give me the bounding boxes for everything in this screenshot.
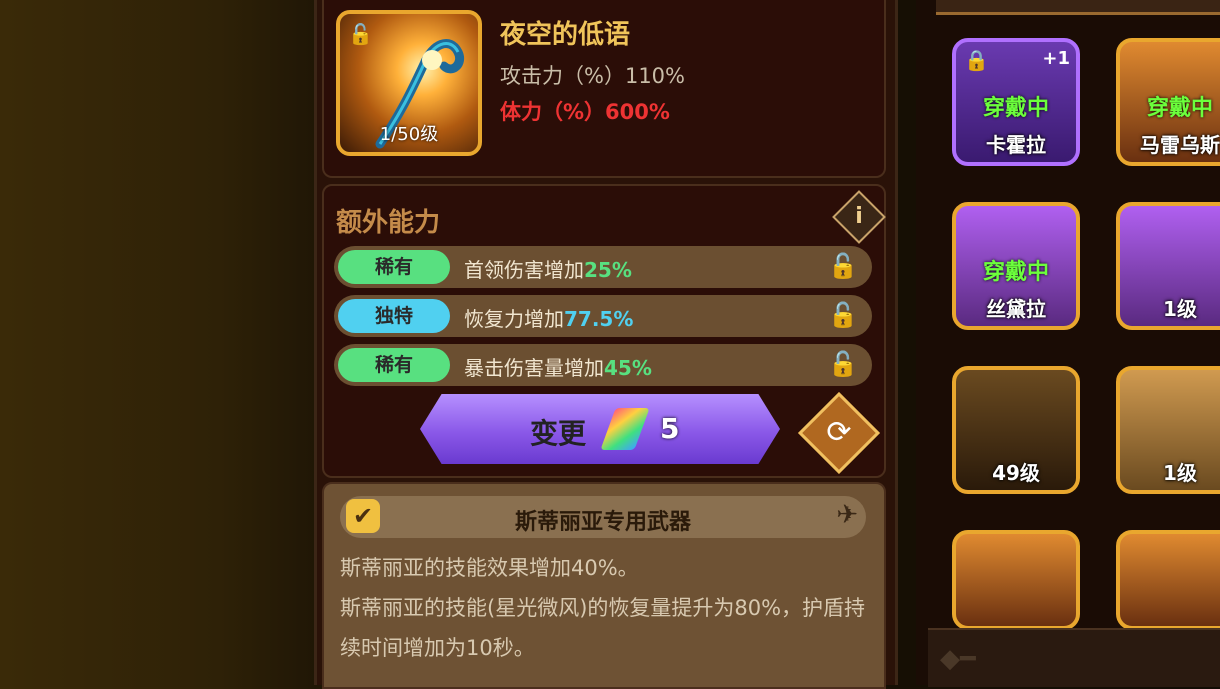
info-button[interactable]: i (832, 190, 886, 244)
weapon-icon[interactable]: 🔓 1/50级 (336, 10, 482, 156)
inventory-slot[interactable]: 1级 (1116, 202, 1220, 330)
crystal-icon (600, 408, 650, 450)
inventory-slot[interactable]: 穿戴中 丝黛拉 (952, 202, 1080, 330)
pin-icon[interactable]: ✈ (836, 500, 858, 530)
inventory-tabbar (936, 0, 1220, 15)
extra-abilities-card: 额外能力 i 稀有 首领伤害增加25% 🔓 独特 恢复力增加77.5% 🔓 稀有… (322, 184, 886, 478)
weapon-level: 1/50级 (379, 124, 439, 145)
inventory-slot[interactable]: 穿戴中 马雷乌斯 (1116, 38, 1220, 166)
change-button[interactable]: 变更 5 (420, 394, 780, 464)
inventory-slot[interactable]: 1级 (1116, 366, 1220, 494)
ability-text: 暴击伤害量增加45% (464, 352, 652, 381)
inventory-slot[interactable]: 49级 (952, 366, 1080, 494)
exclusive-desc-2: 斯蒂丽亚的技能(星光微风)的恢复量提升为80%，护盾持续时间增加为10秒。 (340, 596, 866, 660)
ability-value: 45% (604, 356, 652, 380)
extra-abilities-title: 额外能力 (336, 208, 441, 238)
exclusive-header: ✔ 斯蒂丽亚专用武器 ✈ (340, 496, 866, 538)
slot-label: 卡霍拉 (986, 133, 1046, 157)
hp-stat: 体力（%）600% (500, 100, 670, 124)
change-label: 变更 (530, 417, 587, 450)
inventory-slot[interactable]: 🔒 +1 穿戴中 卡霍拉 (952, 38, 1080, 166)
exclusive-weapon-card: ✔ 斯蒂丽亚专用武器 ✈ 斯蒂丽亚的技能效果增加40%。 斯蒂丽亚的技能(星光微… (322, 482, 886, 689)
rarity-badge: 独特 (338, 299, 450, 333)
lock-toggle-icon[interactable]: 🔓 (828, 301, 858, 329)
slot-label: 1级 (1163, 297, 1197, 321)
inventory-scrollbar[interactable]: ◆━ (928, 628, 1220, 687)
ability-name: 首领伤害增加 (464, 258, 584, 282)
exclusive-title: 斯蒂丽亚专用武器 (514, 510, 691, 535)
ability-value: 25% (584, 258, 632, 282)
slot-label: 49级 (992, 461, 1040, 485)
inventory-slot[interactable] (952, 530, 1080, 630)
exclusive-desc-1: 斯蒂丽亚的技能效果增加40%。 (340, 556, 639, 580)
ability-value: 77.5% (564, 307, 634, 331)
equipped-label: 穿戴中 (1146, 96, 1213, 121)
item-card: 🔓 1/50级 夜空的低语 攻击力（%）110% 体力（%）600% (322, 0, 886, 178)
scroll-arrow-icon: ◆━ (940, 644, 976, 674)
rarity-badge: 稀有 (338, 250, 450, 284)
ability-text: 首领伤害增加25% (464, 254, 632, 283)
equipped-label: 穿戴中 (982, 260, 1049, 285)
unlock-icon: 🔓 (348, 22, 373, 46)
slot-label: 1级 (1163, 461, 1197, 485)
rarity-badge: 稀有 (338, 348, 450, 382)
ability-row: 独特 恢复力增加77.5% 🔓 (334, 295, 872, 337)
refresh-icon: ⟳ (826, 415, 852, 450)
slot-label: 丝黛拉 (986, 297, 1046, 321)
ability-name: 暴击伤害量增加 (464, 356, 604, 380)
slot-label: 马雷乌斯 (1140, 133, 1220, 157)
enhance-level: +1 (1042, 48, 1070, 69)
info-icon: i (855, 204, 863, 229)
lock-icon: 🔒 (964, 48, 989, 72)
equipped-label: 穿戴中 (982, 96, 1049, 121)
item-name: 夜空的低语 (500, 20, 631, 50)
lock-toggle-icon[interactable]: 🔓 (828, 252, 858, 280)
ability-text: 恢复力增加77.5% (464, 303, 633, 332)
refresh-button[interactable]: ⟳ (797, 391, 881, 475)
ability-row: 稀有 暴击伤害量增加45% 🔓 (334, 344, 872, 386)
inventory-slot[interactable] (1116, 530, 1220, 630)
change-cost: 5 (660, 412, 680, 445)
lock-toggle-icon[interactable]: 🔓 (828, 350, 858, 378)
attack-stat: 攻击力（%）110% (500, 64, 685, 88)
ability-row: 稀有 首领伤害增加25% 🔓 (334, 246, 872, 288)
ability-name: 恢复力增加 (464, 307, 564, 331)
